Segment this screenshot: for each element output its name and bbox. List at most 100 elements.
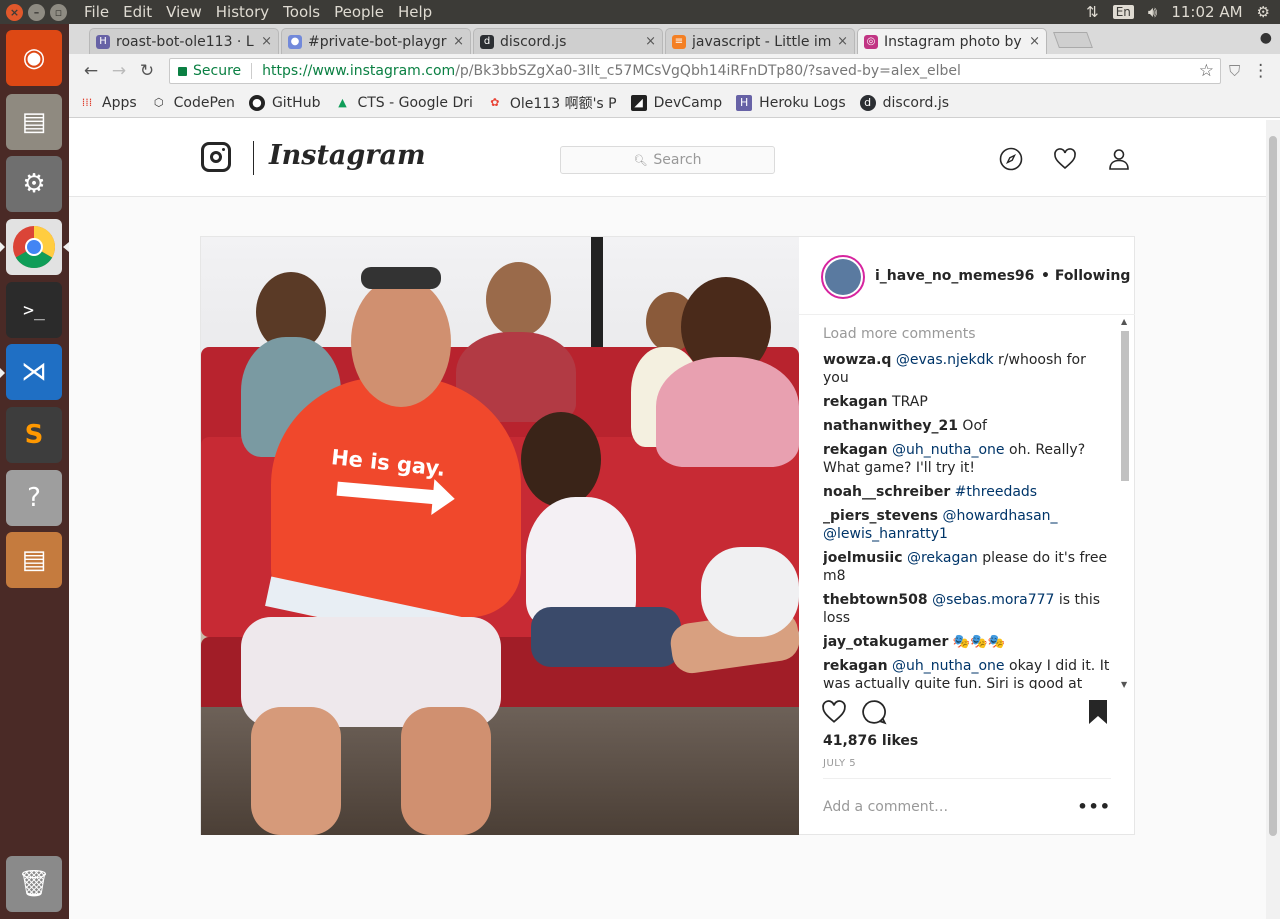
sublime-text-icon[interactable]: S: [6, 407, 62, 463]
instagram-icon: ◎: [864, 34, 878, 49]
bookmark-github[interactable]: ● GitHub: [248, 94, 320, 111]
minimize-window-button[interactable]: –: [28, 3, 45, 21]
close-tab-icon[interactable]: ×: [645, 34, 656, 49]
close-tab-icon[interactable]: ×: [453, 34, 464, 49]
network-icon[interactable]: ⇅: [1086, 3, 1099, 21]
menu-help[interactable]: Help: [398, 3, 432, 21]
clock[interactable]: 11:02 AM: [1171, 3, 1242, 21]
post-date[interactable]: JULY 5: [823, 758, 856, 769]
scroll-up-arrow-icon[interactable]: ▲: [1121, 317, 1127, 326]
keyboard-layout-indicator[interactable]: En: [1112, 5, 1134, 19]
search-placeholder: Search: [653, 152, 702, 168]
instagram-camera-logo-icon[interactable]: [201, 142, 231, 172]
comment-mention[interactable]: @uh_nutha_one: [892, 442, 1005, 458]
tab-stackoverflow[interactable]: ≡ javascript - Little im ×: [665, 28, 855, 54]
lock-icon: [178, 66, 187, 76]
unknown-app-icon[interactable]: ?: [6, 470, 62, 526]
menu-people[interactable]: People: [334, 3, 384, 21]
bookmark-apps[interactable]: ⁞⁞⁞ Apps: [79, 95, 137, 111]
reload-icon[interactable]: ↻: [133, 61, 161, 81]
menu-tools[interactable]: Tools: [283, 3, 320, 21]
comment-mention[interactable]: @sebas.mora777: [932, 592, 1054, 608]
logo-divider: [253, 141, 254, 175]
chrome-menu-icon[interactable]: ⋮: [1252, 61, 1269, 81]
chrome-icon[interactable]: [6, 219, 62, 275]
comment-username[interactable]: joelmusiic: [823, 550, 903, 566]
comment-username[interactable]: rekagan: [823, 394, 888, 410]
saved-bookmark-icon[interactable]: [1087, 699, 1109, 731]
author-username[interactable]: i_have_no_memes96...: [875, 268, 1035, 284]
instagram-wordmark[interactable]: Instagram: [269, 140, 426, 171]
add-comment-input[interactable]: Add a comment… •••: [823, 778, 1111, 834]
search-input[interactable]: 🔍︎ Search: [560, 146, 775, 174]
post-photo[interactable]: He is gay.: [201, 237, 799, 835]
like-heart-icon[interactable]: [821, 699, 847, 731]
bookmark-discordjs[interactable]: d discord.js: [859, 94, 949, 111]
bookmark-star-icon[interactable]: ☆: [1199, 61, 1214, 81]
comment-username[interactable]: thebtown508: [823, 592, 928, 608]
like-count[interactable]: 41,876 likes: [823, 733, 918, 749]
more-options-icon[interactable]: •••: [1077, 797, 1111, 816]
tab-instagram[interactable]: ◎ Instagram photo by ×: [857, 28, 1047, 54]
comment-mention[interactable]: @evas.njekdk: [896, 352, 994, 368]
menu-history[interactable]: History: [216, 3, 269, 21]
comment-username[interactable]: noah__schreiber: [823, 484, 950, 500]
menu-edit[interactable]: Edit: [123, 3, 152, 21]
back-arrow-icon[interactable]: ←: [77, 61, 105, 81]
comment-username[interactable]: rekagan: [823, 658, 888, 674]
bookmark-heroku-logs[interactable]: H Heroku Logs: [736, 94, 846, 111]
system-settings-icon[interactable]: ⚙: [6, 156, 62, 212]
vscode-icon[interactable]: ⋊: [6, 344, 62, 400]
activity-heart-icon[interactable]: [1053, 147, 1077, 171]
tab-roast-bot[interactable]: H roast-bot-ole113 · L ×: [89, 28, 279, 54]
close-tab-icon[interactable]: ×: [1029, 34, 1040, 49]
comments-scroll-thumb[interactable]: [1121, 331, 1129, 481]
files-archive-icon[interactable]: ▤: [6, 532, 62, 588]
bookmark-codepen[interactable]: ⬡ CodePen: [151, 95, 235, 111]
photo-man-head: [351, 277, 451, 407]
comment-username[interactable]: nathanwithey_21: [823, 418, 958, 434]
bookmark-google-drive[interactable]: ▲ CTS - Google Dri: [334, 95, 473, 111]
volume-icon[interactable]: 🔊︎: [1148, 3, 1157, 21]
close-window-button[interactable]: ×: [6, 3, 23, 21]
profile-person-icon[interactable]: [1107, 147, 1131, 171]
comment-bubble-icon[interactable]: [861, 699, 887, 731]
comment-username[interactable]: rekagan: [823, 442, 888, 458]
ubuntu-dash-icon[interactable]: ◉: [6, 30, 62, 86]
address-bar[interactable]: Secure https://www.instagram.com /p/Bk3b…: [169, 58, 1221, 84]
terminal-icon[interactable]: >_: [6, 282, 62, 338]
comment-mention[interactable]: @uh_nutha_one: [892, 658, 1005, 674]
forward-arrow-icon[interactable]: →: [105, 61, 133, 81]
files-cabinet-icon[interactable]: ▤: [6, 94, 62, 150]
load-more-comments-link[interactable]: Load more comments: [823, 325, 1113, 343]
trash-icon[interactable]: 🗑︎: [6, 856, 62, 912]
comment-username[interactable]: wowza.q: [823, 352, 891, 368]
comments-list[interactable]: Load more comments wowza.q @evas.njekdk …: [823, 325, 1113, 689]
new-tab-button[interactable]: [1053, 32, 1093, 48]
comment-mention[interactable]: @rekagan: [907, 550, 978, 566]
tab-discordjs[interactable]: d discord.js ×: [473, 28, 663, 54]
close-tab-icon[interactable]: ×: [837, 34, 848, 49]
menu-file[interactable]: File: [84, 3, 109, 21]
author-avatar[interactable]: [821, 255, 865, 299]
page-scrollbar[interactable]: [1266, 120, 1280, 919]
devcamp-icon: ◢: [630, 94, 647, 111]
secure-indicator[interactable]: Secure: [178, 63, 241, 79]
maximize-window-button[interactable]: ▫: [50, 3, 67, 21]
close-tab-icon[interactable]: ×: [261, 34, 272, 49]
explore-compass-icon[interactable]: [999, 147, 1023, 171]
comment-username[interactable]: jay_otakugamer: [823, 634, 948, 650]
comments-scrollbar[interactable]: ▲ ▼: [1119, 317, 1131, 689]
bookmark-ole113[interactable]: ✿ Ole113 啊额's P: [487, 93, 616, 113]
extension-shield-icon[interactable]: ⛉: [1229, 62, 1240, 80]
comment-hashtag[interactable]: #threedads: [955, 484, 1037, 500]
menu-view[interactable]: View: [166, 3, 202, 21]
scroll-down-arrow-icon[interactable]: ▼: [1121, 680, 1127, 689]
following-button[interactable]: • Following: [1041, 268, 1130, 284]
settings-gear-icon[interactable]: ⚙: [1257, 3, 1270, 21]
comment-username[interactable]: _piers_stevens: [823, 508, 938, 524]
profile-icon[interactable]: ●: [1260, 30, 1272, 46]
tab-private-bot-playground[interactable]: ● #private-bot-playgr ×: [281, 28, 471, 54]
page-scroll-thumb[interactable]: [1269, 136, 1277, 836]
bookmark-devcamp[interactable]: ◢ DevCamp: [630, 94, 722, 111]
